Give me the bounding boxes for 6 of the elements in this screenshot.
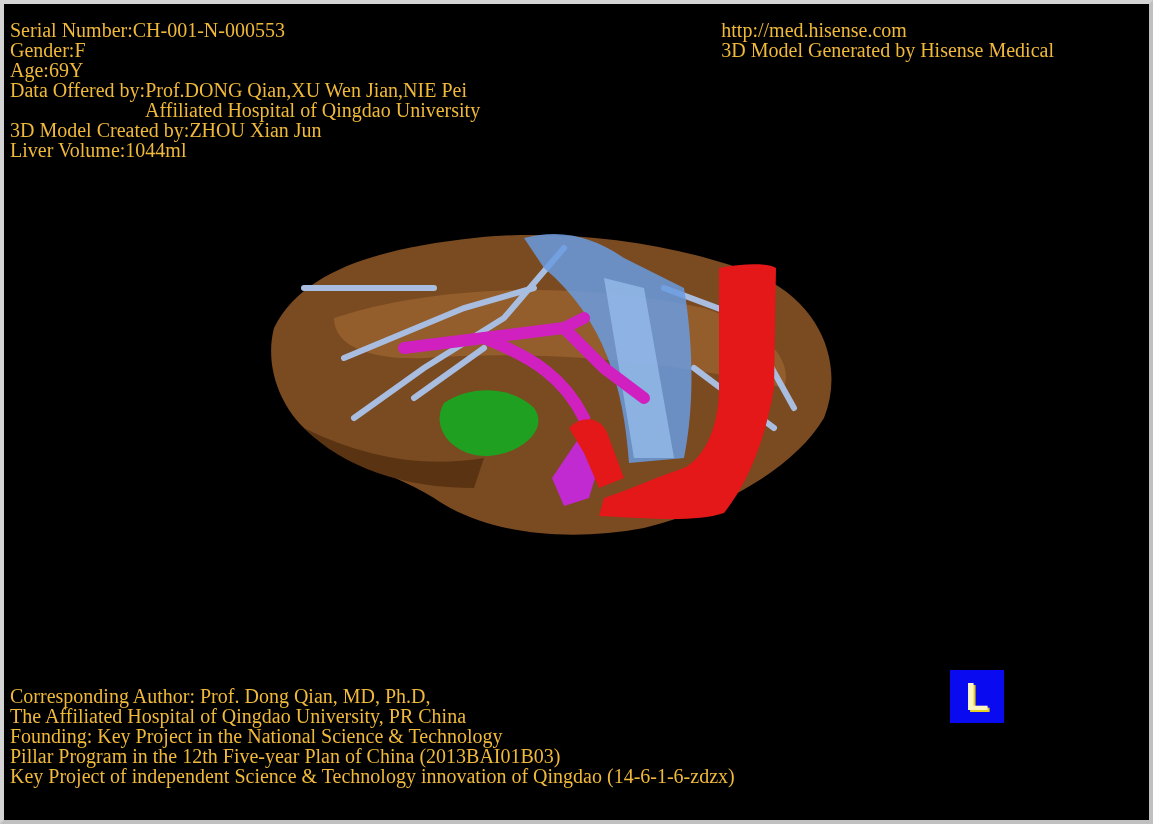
info-text: Liver Volume:1044ml [10,140,187,160]
orientation-marker: L [950,670,1004,723]
info-text: http://med.hisense.com [721,20,907,40]
info-text: Affiliated Hospital of Qingdao University [145,100,481,120]
info-text: Gender:F [10,40,86,60]
info-text: Serial Number:CH-001-N-000553 [10,20,285,40]
